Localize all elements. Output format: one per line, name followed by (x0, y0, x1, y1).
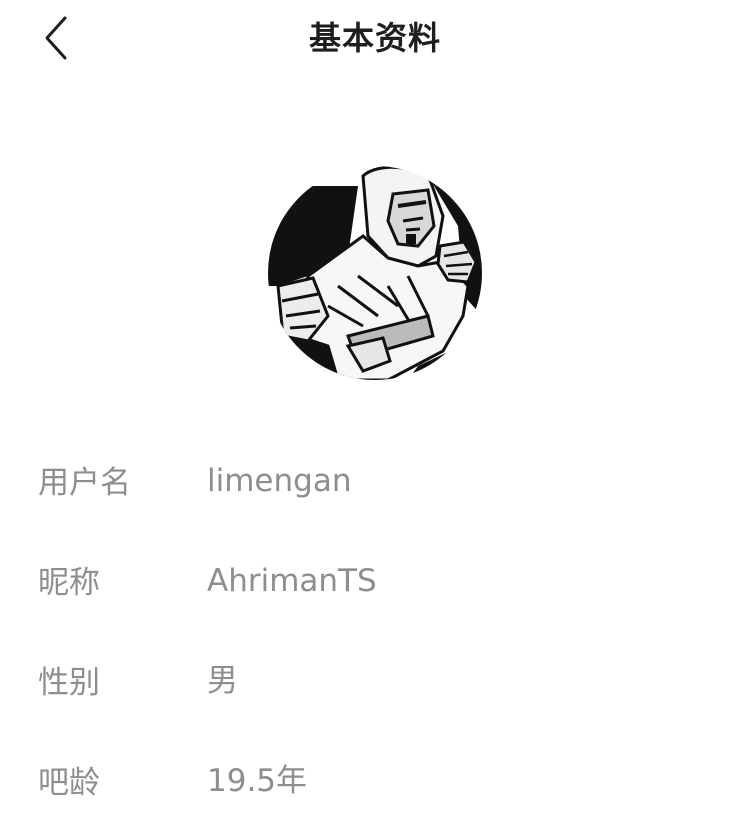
gender-value: 男 (207, 663, 238, 699)
profile-row-forum-age: 吧龄 19.5年 (0, 730, 750, 830)
forum-age-value: 19.5年 (207, 763, 308, 799)
forum-age-label: 吧龄 (38, 765, 100, 801)
profile-row-gender: 性别 男 (0, 630, 750, 730)
nickname-value: AhrimanTS (207, 563, 377, 599)
gender-label: 性别 (38, 665, 100, 701)
page-title: 基本资料 (308, 19, 441, 57)
avatar-container[interactable] (268, 166, 482, 380)
profile-row-nickname: 昵称 AhrimanTS (0, 530, 750, 630)
username-value: limengan (207, 463, 352, 499)
profile-row-username: 用户名 limengan (0, 430, 750, 530)
profile-info-list: 用户名 limengan 昵称 AhrimanTS 性别 男 吧龄 19.5年 (0, 430, 750, 830)
username-label: 用户名 (38, 465, 131, 501)
nickname-label: 昵称 (38, 565, 100, 601)
avatar[interactable] (268, 166, 482, 380)
nav-bar: 基本资料 (0, 0, 750, 80)
